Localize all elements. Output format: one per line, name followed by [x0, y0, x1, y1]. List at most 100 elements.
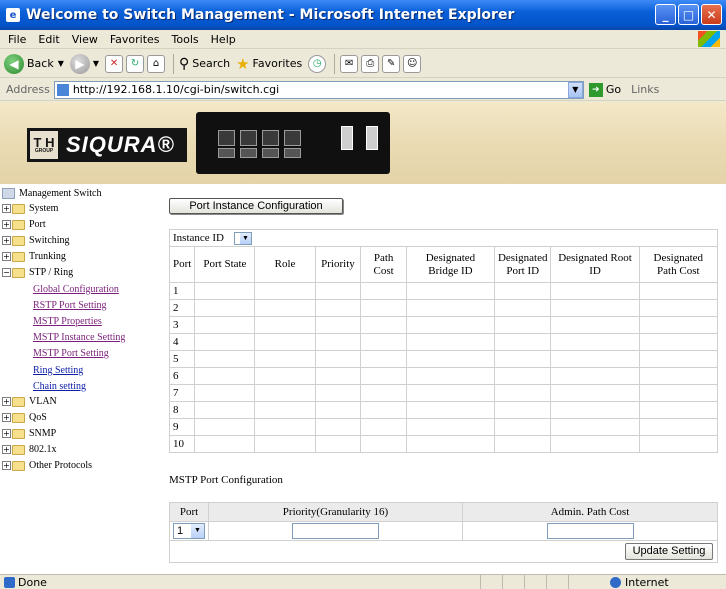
favorites-button[interactable]: ★ Favorites	[236, 55, 302, 73]
tree-leaf-rstp-port-setting[interactable]: RSTP Port Setting	[33, 300, 107, 311]
column-header: Port	[169, 502, 209, 522]
rj45-port-icon	[218, 130, 235, 146]
expand-icon[interactable]: +	[2, 445, 11, 454]
table-row: 1	[168, 282, 719, 300]
tree-root[interactable]: Management Switch	[2, 188, 101, 199]
open-folder-icon	[12, 267, 25, 278]
menu-bar: File Edit View Favorites Tools Help	[0, 30, 726, 49]
port-number: 7	[168, 384, 196, 402]
status-panes	[480, 575, 590, 589]
tree-item-other-protocols[interactable]: + Other Protocols	[2, 460, 92, 471]
tree-leaf-global-configuration[interactable]: Global Configuration	[33, 284, 119, 295]
stop-icon[interactable]: ✕	[105, 54, 124, 73]
expand-icon[interactable]: +	[2, 204, 11, 213]
tree-item-stp-ring[interactable]: − STP / Ring	[2, 267, 73, 278]
column-header: Port State	[194, 246, 256, 283]
rj45-port-icon	[262, 130, 279, 146]
port-number: 8	[168, 401, 196, 419]
update-setting-button[interactable]: Update Setting	[625, 543, 713, 560]
port-number: 1	[168, 282, 196, 300]
folder-icon	[12, 396, 25, 407]
expand-icon[interactable]: +	[2, 236, 11, 245]
page-icon	[56, 83, 69, 96]
refresh-icon[interactable]: ↻	[126, 54, 145, 73]
collapse-icon[interactable]: −	[2, 268, 11, 277]
priority-input[interactable]	[292, 523, 379, 539]
address-input[interactable]: http://192.168.1.10/cgi-bin/switch.cgi ▼	[53, 80, 584, 99]
mail-icon[interactable]: ✉	[340, 54, 359, 73]
tree-item-label: QoS	[29, 412, 47, 423]
column-header: Designated Path Cost	[638, 246, 719, 283]
home-icon[interactable]: ⌂	[147, 54, 166, 73]
messenger-icon[interactable]: ☺	[403, 54, 422, 73]
expand-icon[interactable]: +	[2, 413, 11, 422]
tree-leaf-mstp-port-setting[interactable]: MSTP Port Setting	[33, 348, 109, 359]
maximize-button[interactable]: □	[678, 4, 699, 25]
minimize-button[interactable]: _	[655, 4, 676, 25]
edit-icon[interactable]: ✎	[382, 54, 401, 73]
table-row: 7	[168, 384, 719, 402]
expand-icon[interactable]: +	[2, 252, 11, 261]
tree-item-vlan[interactable]: + VLAN	[2, 396, 57, 407]
port-number: 4	[168, 333, 196, 351]
menu-favorites[interactable]: Favorites	[110, 33, 160, 46]
menu-file[interactable]: File	[8, 33, 26, 46]
tree-leaf-mstp-properties[interactable]: MSTP Properties	[33, 316, 102, 327]
siqura-logo: T H GROUP SIQURA®	[27, 128, 187, 162]
back-button[interactable]: ◀ Back ▼	[4, 53, 64, 74]
menu-edit[interactable]: Edit	[38, 33, 59, 46]
tree-item-8021x[interactable]: +802.1x	[2, 444, 57, 455]
search-icon: ⚲	[179, 55, 190, 72]
port-select[interactable]: ▼ 1	[173, 523, 205, 539]
tree-item-label: Port	[29, 219, 46, 230]
chevron-down-icon: ▼	[191, 524, 204, 538]
tree-leaf-chain-setting[interactable]: Chain setting	[33, 381, 86, 392]
print-icon[interactable]: ⎙	[361, 54, 380, 73]
network-icon	[2, 188, 15, 199]
rj45-port-icon	[262, 148, 279, 158]
close-button[interactable]: ✕	[701, 4, 722, 25]
tree-item-label: 802.1x	[29, 444, 57, 455]
column-header: Path Cost	[360, 246, 407, 283]
go-arrow-icon: ➜	[588, 82, 603, 97]
expand-icon[interactable]: +	[2, 220, 11, 229]
mstp-port-configuration-title: MSTP Port Configuration	[169, 474, 283, 486]
tree-leaf-ring-setting[interactable]: Ring Setting	[33, 365, 83, 376]
forward-button[interactable]: ▶ ▼	[69, 53, 99, 74]
folder-icon	[12, 460, 25, 471]
table-row: 6	[168, 367, 719, 385]
forward-arrow-icon: ▶	[69, 53, 90, 74]
status-bar: Done Internet	[0, 574, 726, 589]
instance-id-select[interactable]: ▼	[234, 231, 253, 245]
history-icon[interactable]: ◷	[308, 54, 327, 73]
admin-path-cost-input[interactable]	[546, 523, 634, 539]
tree-item-port[interactable]: + Port	[2, 219, 46, 230]
address-url: http://192.168.1.10/cgi-bin/switch.cgi	[72, 83, 280, 96]
tree-item-label: Other Protocols	[29, 460, 93, 471]
port-number: 2	[168, 299, 196, 317]
search-button[interactable]: ⚲ Search	[179, 56, 230, 72]
ie-app-icon: e	[6, 8, 20, 22]
address-dropdown-icon[interactable]: ▼	[567, 81, 583, 98]
tree-item-trunking[interactable]: + Trunking	[2, 251, 66, 262]
tree-item-switching[interactable]: + Switching	[2, 235, 70, 246]
tree-item-label: STP / Ring	[29, 267, 74, 278]
table-header-row: Port Port State Role Priority Path Cost …	[168, 246, 719, 283]
expand-icon[interactable]: +	[2, 397, 11, 406]
rj45-port-icon	[240, 148, 257, 158]
go-button[interactable]: ➜ Go	[588, 82, 621, 97]
menu-help[interactable]: Help	[211, 33, 236, 46]
back-label: Back	[27, 57, 54, 70]
links-button[interactable]: Links	[631, 83, 659, 96]
menu-view[interactable]: View	[72, 33, 98, 46]
expand-icon[interactable]: +	[2, 429, 11, 438]
tree-item-label: Switching	[29, 235, 70, 246]
menu-tools[interactable]: Tools	[172, 33, 199, 46]
port-instance-configuration-button[interactable]: Port Instance Configuration	[169, 198, 343, 214]
tree-leaf-mstp-instance-setting[interactable]: MSTP Instance Setting	[33, 332, 125, 343]
column-header: Designated Bridge ID	[405, 246, 495, 283]
tree-item-snmp[interactable]: + SNMP	[2, 428, 56, 439]
tree-item-system[interactable]: + System	[2, 203, 58, 214]
expand-icon[interactable]: +	[2, 461, 11, 470]
tree-item-qos[interactable]: + QoS	[2, 412, 47, 423]
